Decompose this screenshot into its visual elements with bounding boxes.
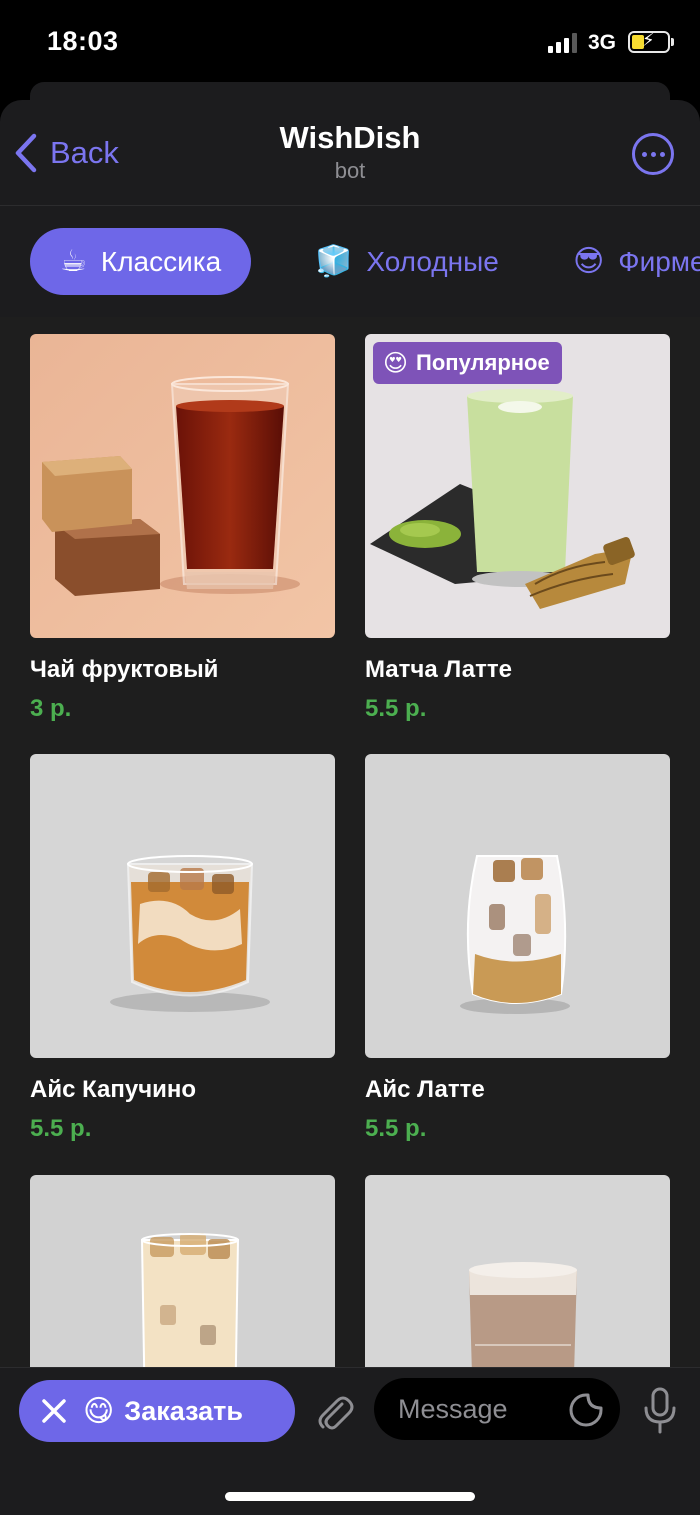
bot-webapp-sheet: Back WishDish bot ☕ Классика 🧊 Холодные … [0,100,700,1515]
sticker-icon[interactable] [568,1392,604,1428]
badge-label: Популярное [416,350,550,375]
coffee-icon: ☕ [60,245,87,278]
product-name: Айс Латте [365,1076,485,1103]
popular-badge: 😍 Популярное [373,342,562,384]
tab-signature[interactable]: 😎 Фирменные [573,228,700,295]
sunglasses-icon: 😎 [573,245,605,278]
tab-classic[interactable]: ☕ Классика [30,228,252,295]
network-type: 3G [588,31,617,54]
product-image [30,334,335,638]
paperclip-icon[interactable] [312,1390,356,1434]
tab-label: Холодные [366,245,499,277]
product-price: 5.5 р. [30,1115,92,1142]
category-tabs: ☕ Классика 🧊 Холодные 😎 Фирменные [0,207,700,317]
product-image [365,754,670,1058]
tab-label: Классика [100,245,222,277]
status-bar: 18:03 3G ⚡ [0,0,700,86]
more-button[interactable] [632,133,674,175]
home-indicator[interactable] [225,1492,475,1501]
product-name: Матча Латте [365,656,512,683]
page-title: WishDish [279,120,421,155]
order-label: Заказать [124,1395,243,1426]
ice-icon: 🧊 [315,245,353,278]
yum-icon: 😋 [83,1394,115,1428]
close-icon [42,1399,66,1423]
product-image: 😍 Популярное [365,334,670,638]
message-input[interactable] [398,1378,568,1440]
product-price: 5.5 р. [365,1115,427,1142]
product-image [365,1175,670,1367]
message-field[interactable] [374,1378,620,1440]
product-name: Айс Капучино [30,1076,197,1103]
product-image [30,754,335,1058]
status-time: 18:03 [47,26,119,56]
signal-icon [548,33,578,53]
product-name: Чай фруктовый [30,656,219,683]
header: Back WishDish bot [0,100,700,206]
microphone-icon[interactable] [640,1386,680,1436]
tab-label: Фирменные [618,245,700,277]
page-subtitle: bot [334,158,366,183]
tab-cold[interactable]: 🧊 Холодные [315,228,499,295]
product-price: 5.5 р. [365,695,427,722]
order-button[interactable]: 😋 Заказать [19,1380,295,1442]
product-price: 3 р. [30,695,72,722]
more-icon [641,151,647,157]
heart-eyes-icon: 😍 [383,349,409,377]
message-input-bar: 😋 Заказать [0,1367,700,1515]
battery-icon: ⚡ [628,30,674,53]
product-image [30,1175,335,1367]
product-grid: Чай фруктовый 3 р. 😍 Популярное Матча Ла… [0,317,700,1367]
